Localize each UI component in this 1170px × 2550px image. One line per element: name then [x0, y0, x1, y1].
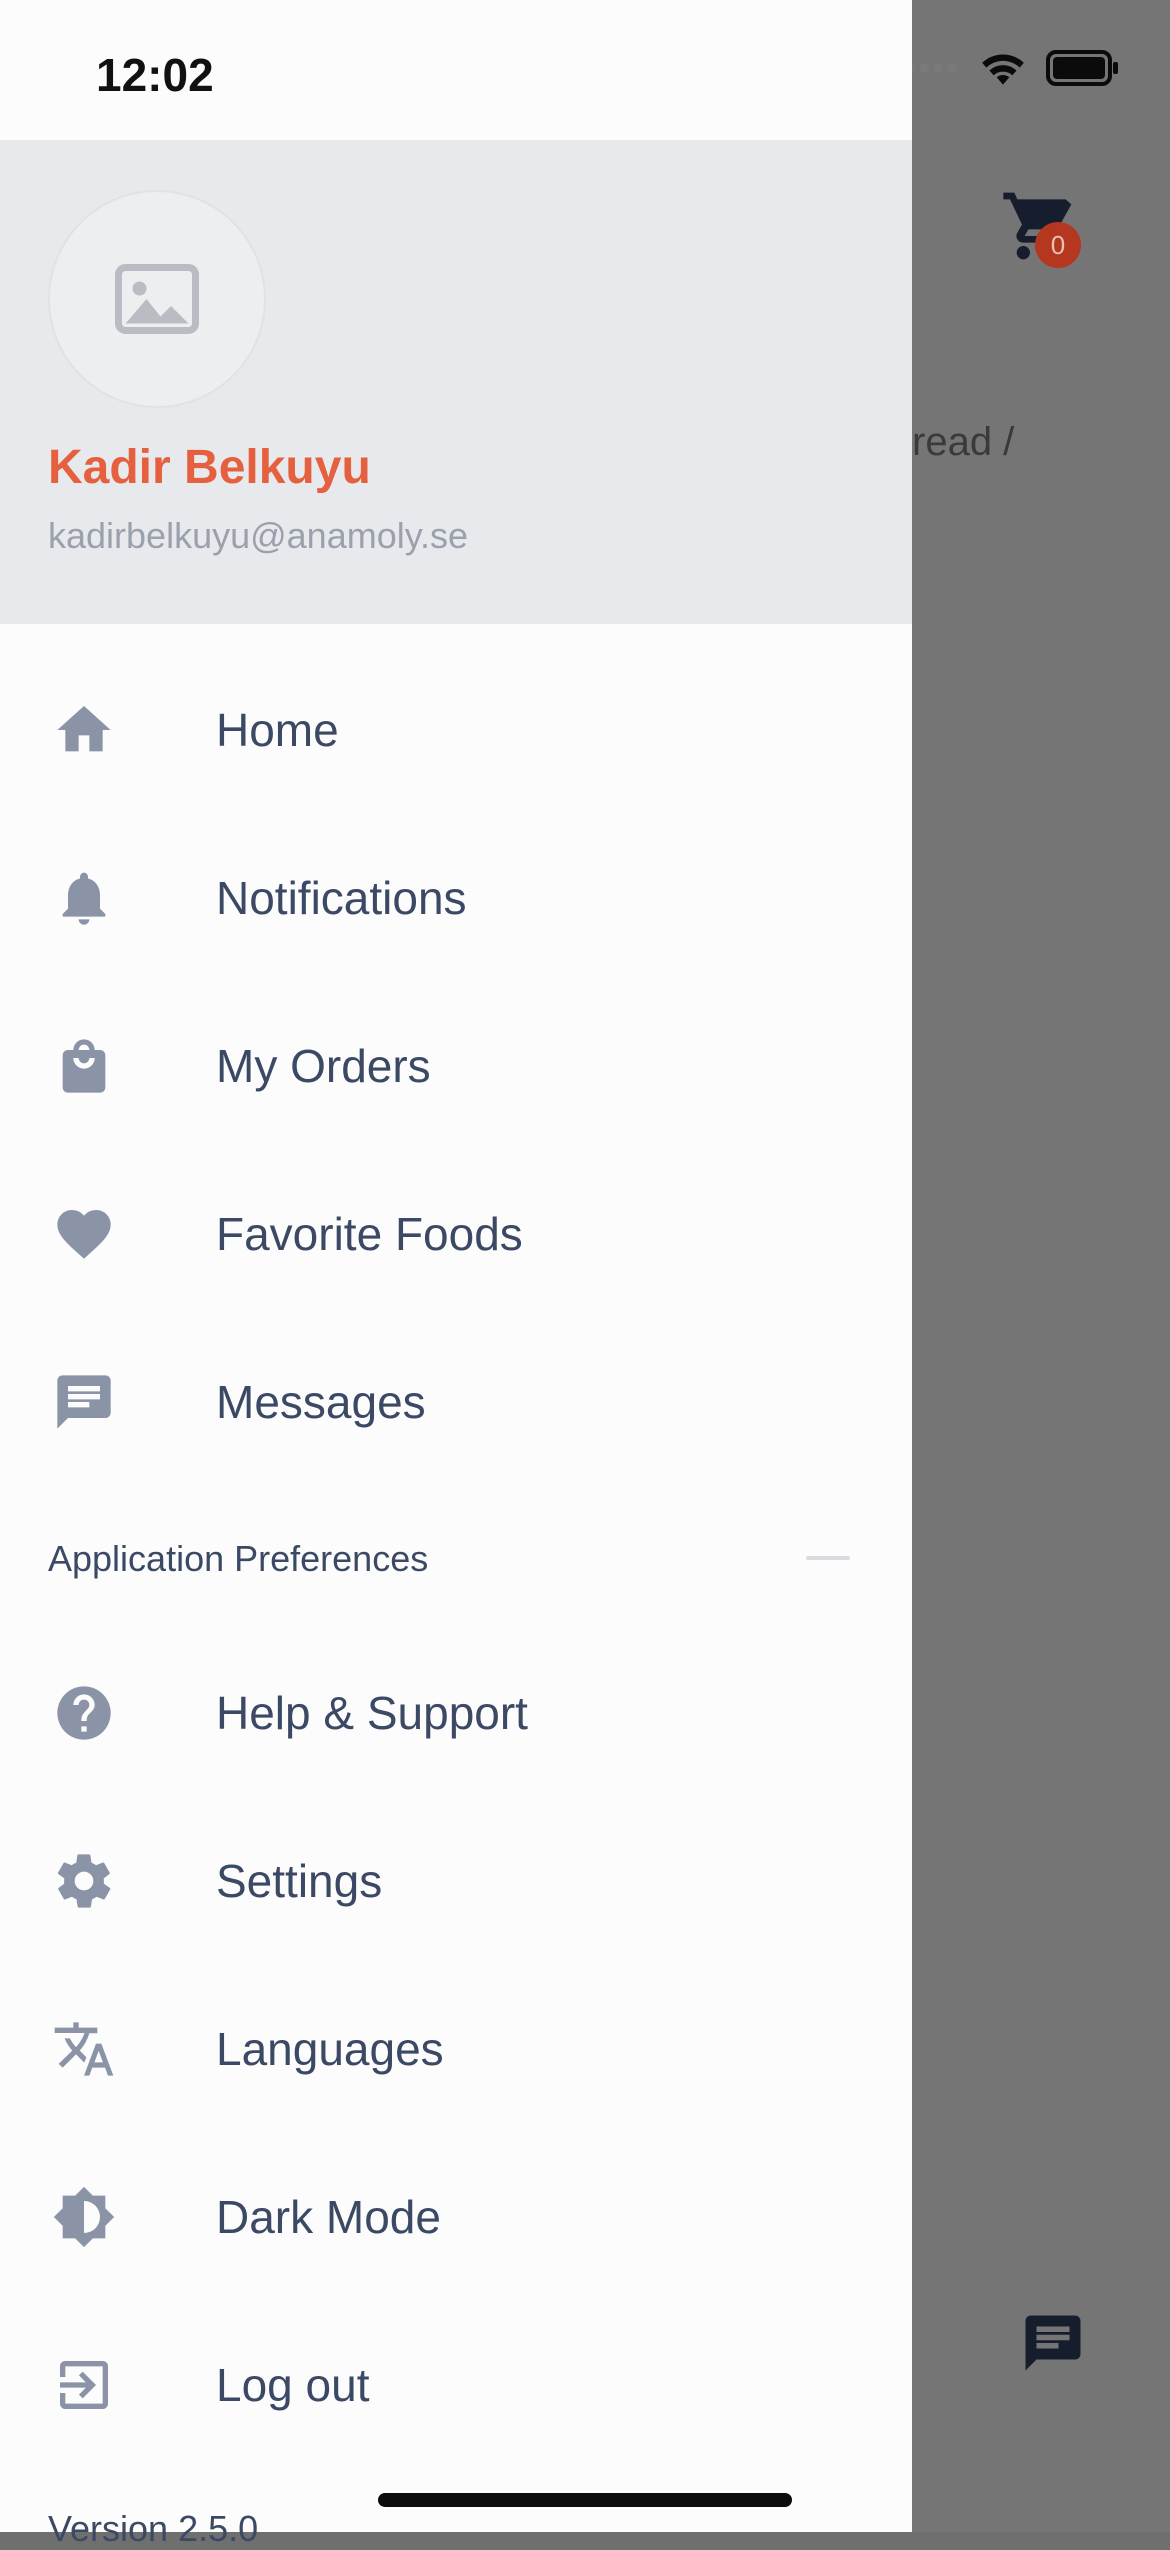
- help-icon: [50, 1679, 118, 1747]
- menu-label: My Orders: [216, 1040, 431, 1092]
- home-icon: [50, 696, 118, 764]
- menu-item-languages[interactable]: Languages: [0, 1974, 912, 2124]
- status-icons: ••••: [904, 48, 1120, 88]
- menu-item-my-orders[interactable]: My Orders: [0, 991, 912, 1141]
- menu-label: Dark Mode: [216, 2191, 441, 2243]
- battery-icon: [1046, 50, 1118, 86]
- chat-icon: [50, 1368, 118, 1436]
- brightness-icon: [50, 2183, 118, 2251]
- menu-item-notifications[interactable]: Notifications: [0, 823, 912, 973]
- heart-icon: [50, 1200, 118, 1268]
- menu-label: Languages: [216, 2023, 444, 2075]
- menu-item-log-out[interactable]: Log out: [0, 2310, 912, 2460]
- user-name: Kadir Belkuyu: [48, 441, 371, 494]
- menu-item-help-support[interactable]: Help & Support: [0, 1638, 912, 1788]
- menu-item-favorite-foods[interactable]: Favorite Foods: [0, 1159, 912, 1309]
- section-title-application-preferences: Application Preferences: [48, 1538, 429, 1579]
- menu-label: Home: [216, 704, 339, 756]
- menu-label: Settings: [216, 1855, 383, 1907]
- status-time: 12:02: [96, 49, 214, 101]
- bell-icon: [50, 864, 118, 932]
- user-email: kadirbelkuyu@anamoly.se: [48, 515, 469, 556]
- gear-icon: [50, 1847, 118, 1915]
- image-placeholder-icon: [115, 264, 199, 334]
- shopping-bag-icon: [50, 1032, 118, 1100]
- collapse-toggle[interactable]: [806, 1556, 850, 1560]
- app-version: Version 2.5.0: [48, 2508, 259, 2549]
- menu-item-messages[interactable]: Messages: [0, 1327, 912, 1477]
- menu-label: Log out: [216, 2359, 370, 2411]
- menu-label: Help & Support: [216, 1687, 528, 1739]
- wifi-icon: [982, 54, 1024, 85]
- menu-label: Messages: [216, 1376, 426, 1428]
- logout-icon: [50, 2351, 118, 2419]
- home-indicator[interactable]: [378, 2493, 792, 2507]
- menu-label: Notifications: [216, 872, 467, 924]
- cart-count-badge: 0: [1035, 222, 1081, 268]
- menu-item-home[interactable]: Home: [0, 655, 912, 805]
- background-breadcrumb: read /: [912, 420, 1015, 464]
- drawer-header: Kadir Belkuyu kadirbelkuyu@anamoly.se: [0, 140, 912, 624]
- menu-item-dark-mode[interactable]: Dark Mode: [0, 2142, 912, 2292]
- avatar[interactable]: [48, 190, 266, 408]
- signal-icon: ••••: [904, 48, 960, 87]
- chat-fab-icon[interactable]: [1020, 2310, 1086, 2376]
- navigation-drawer: 12:02 Kadir Belkuyu kadirbelkuyu@anamoly…: [0, 0, 912, 2549]
- translate-icon: [50, 2015, 118, 2083]
- menu-label: Favorite Foods: [216, 1208, 523, 1260]
- menu-item-settings[interactable]: Settings: [0, 1806, 912, 1956]
